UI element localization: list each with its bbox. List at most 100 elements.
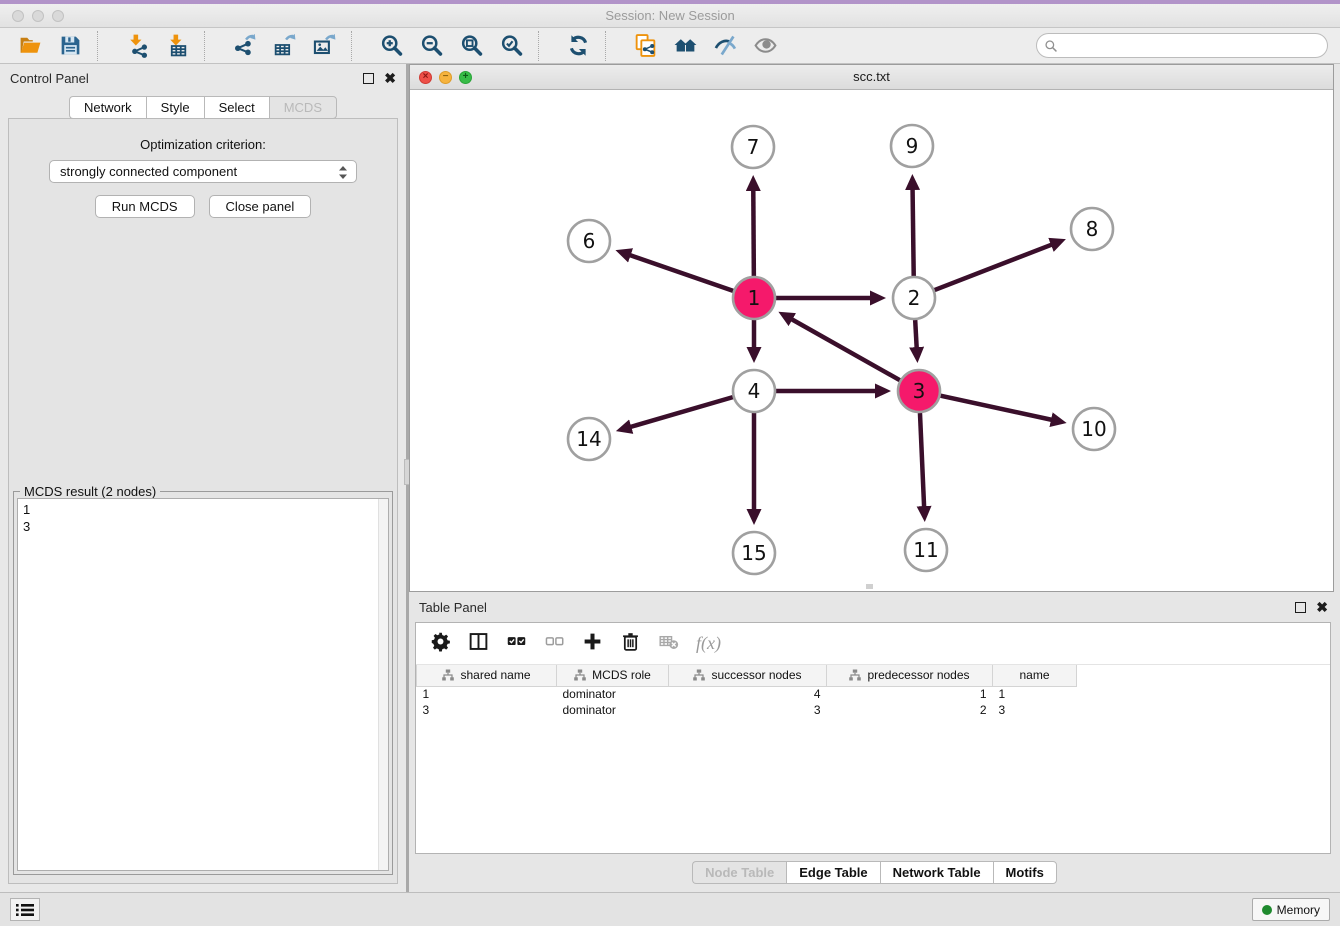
open-session-button[interactable] [10,31,50,61]
edge-3-1[interactable] [791,319,899,380]
import-network-icon [125,33,150,58]
save-session-button[interactable] [50,31,90,61]
table-cell[interactable]: dominator [557,686,669,702]
graph-node-label-3: 3 [913,379,926,403]
edge-4-14[interactable] [630,397,733,427]
table-cell[interactable]: 4 [669,686,827,702]
edge-3-11[interactable] [920,413,924,507]
node-table[interactable]: shared name MCDS role successor nodes pr… [416,665,1330,718]
columns-icon [468,631,489,652]
select-all-button[interactable] [506,631,527,657]
run-mcds-button[interactable]: Run MCDS [95,195,195,218]
mcds-result-values: 1 3 [18,499,388,537]
column-header-successor-nodes[interactable]: successor nodes [669,665,827,686]
edge-2-9[interactable] [913,189,914,276]
import-table-button[interactable] [157,31,197,61]
import-table-icon [165,33,190,58]
table-cell[interactable]: 1 [993,686,1077,702]
close-panel-button[interactable]: Close panel [209,195,312,218]
hide-style-button[interactable] [705,31,745,61]
graph-node-label-15: 15 [741,541,766,565]
refresh-button[interactable] [558,31,598,61]
table-cell[interactable]: 1 [827,686,993,702]
table-row[interactable]: 1dominator411 [417,686,1331,702]
task-history-button[interactable] [10,898,40,921]
gear-button[interactable] [430,631,451,657]
tab-edge-table[interactable]: Edge Table [786,861,879,884]
network-window-titlebar[interactable]: × − + scc.txt [410,65,1333,90]
column-header-MCDS-role[interactable]: MCDS role [557,665,669,686]
graph-node-label-11: 11 [913,538,938,562]
delete-button[interactable] [620,631,641,657]
export-image-button[interactable] [304,31,344,61]
graph-node-label-4: 4 [748,379,761,403]
columns-button[interactable] [468,631,489,657]
table-cell[interactable]: 3 [669,702,827,718]
optimization-criterion-select[interactable]: strongly connected component [49,160,357,183]
zoom-in-button[interactable] [371,31,411,61]
edge-3-10[interactable] [940,396,1051,420]
home-icon [673,33,698,58]
float-table-panel-icon[interactable] [1295,602,1306,613]
open-session-icon [18,33,43,58]
search-field[interactable] [1036,33,1328,58]
optimization-criterion-label: Optimization criterion: [9,137,397,152]
memory-status-icon [1262,905,1272,915]
control-panel-tabs: NetworkStyleSelectMCDS [0,96,406,119]
close-panel-icon[interactable]: ✖ [384,73,396,84]
export-network-button[interactable] [224,31,264,61]
table-cell-filler [1077,686,1331,702]
table-cell[interactable]: 1 [417,686,557,702]
close-table-panel-icon[interactable]: ✖ [1316,602,1328,613]
mcds-result-text-area[interactable]: 1 3 [17,498,389,871]
tab-network-table[interactable]: Network Table [880,861,993,884]
column-header-shared-name[interactable]: shared name [417,665,557,686]
window-title: Session: New Session [0,8,1340,23]
tab-network[interactable]: Network [69,96,146,119]
export-image-icon [312,33,337,58]
tab-node-table[interactable]: Node Table [692,861,786,884]
zoom-selected-button[interactable] [491,31,531,61]
column-header-name[interactable]: name [993,665,1077,686]
zoom-out-button[interactable] [411,31,451,61]
table-cell[interactable]: 3 [993,702,1077,718]
memory-button[interactable]: Memory [1252,898,1330,921]
export-table-button[interactable] [264,31,304,61]
tab-style[interactable]: Style [146,96,204,119]
tab-select[interactable]: Select [204,96,269,119]
title-bar[interactable]: Session: New Session [0,4,1340,28]
add-button[interactable] [582,631,603,657]
edge-2-8[interactable] [935,245,1052,291]
status-bar: Memory [0,892,1340,926]
table-cell[interactable]: 3 [417,702,557,718]
network-graph[interactable]: 7968124314101511 [410,90,1333,591]
edge-2-3[interactable] [915,320,917,348]
search-input[interactable] [1058,36,1327,56]
edge-1-6[interactable] [630,255,734,291]
network-canvas[interactable]: 7968124314101511 [410,90,1333,591]
table-row[interactable]: 3dominator323 [417,702,1331,718]
deselect-all-button[interactable] [544,631,565,657]
zoom-in-icon [379,33,404,58]
eye-button[interactable] [745,31,785,61]
table-cell[interactable]: 2 [827,702,993,718]
network-view-window: × − + scc.txt 7968124314101511 [409,64,1334,592]
tab-motifs[interactable]: Motifs [993,861,1057,884]
table-cell-filler [1077,702,1331,718]
mcds-panel: Optimization criterion: strongly connect… [8,118,398,884]
zoom-fit-button[interactable] [451,31,491,61]
edge-1-7[interactable] [753,190,754,276]
tab-mcds[interactable]: MCDS [269,96,337,119]
result-scrollbar[interactable] [378,499,388,870]
column-header-predecessor-nodes[interactable]: predecessor nodes [827,665,993,686]
toolbar-separator [538,31,552,61]
table-cell[interactable]: dominator [557,702,669,718]
home-button[interactable] [665,31,705,61]
toolbar-separator [605,31,619,61]
float-panel-icon[interactable] [363,73,374,84]
network-from-file-button[interactable] [625,31,665,61]
select-stepper-icon [336,164,350,181]
network-resize-grip[interactable] [866,584,873,589]
import-network-button[interactable] [117,31,157,61]
column-tree-icon [574,669,586,681]
